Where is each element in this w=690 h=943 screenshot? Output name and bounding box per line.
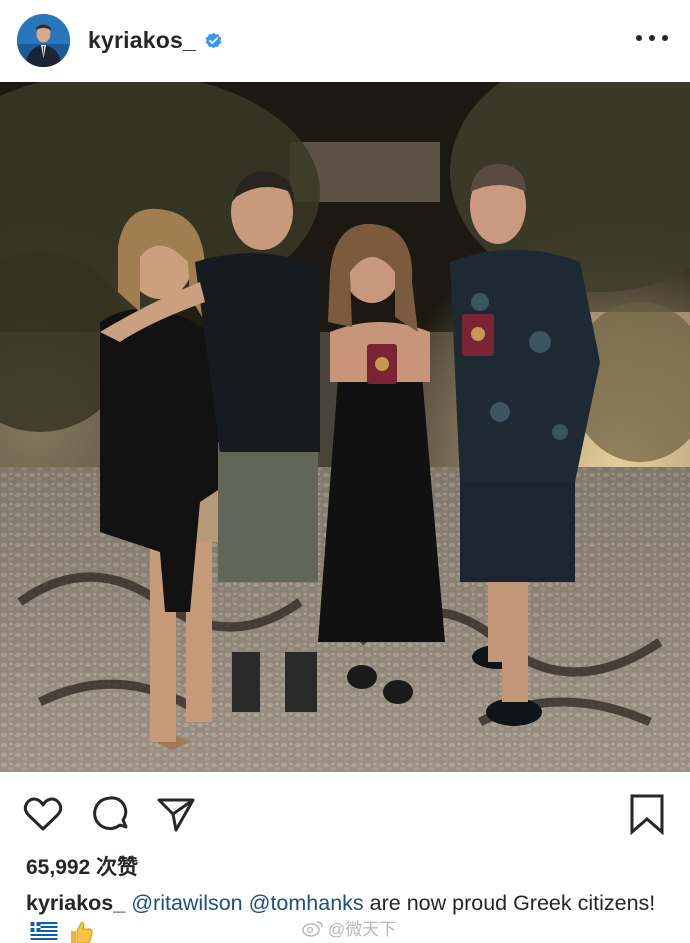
verified-badge-icon <box>204 31 223 50</box>
more-dot <box>662 35 668 41</box>
more-dot <box>649 35 655 41</box>
caption-username[interactable]: kyriakos_ <box>26 891 125 915</box>
weibo-icon <box>302 920 323 937</box>
likes-count[interactable]: 65,992 次赞 <box>26 851 138 881</box>
watermark: @微天下 <box>302 915 396 940</box>
watermark-text: @微天下 <box>328 920 397 939</box>
mention-ritawilson[interactable]: @ritawilson <box>131 891 242 915</box>
share-icon[interactable] <box>155 793 197 835</box>
mention-tomhanks[interactable]: @tomhanks <box>249 891 364 915</box>
more-dot <box>636 35 642 41</box>
thumbs-up-icon <box>68 919 94 943</box>
comment-icon[interactable] <box>90 793 132 835</box>
post-header: kyriakos_ <box>0 0 690 80</box>
heart-icon[interactable] <box>22 793 64 835</box>
username[interactable]: kyriakos_ <box>88 27 196 54</box>
more-options-icon[interactable] <box>636 26 668 50</box>
greek-flag-icon <box>30 919 58 940</box>
avatar[interactable] <box>17 13 70 67</box>
action-bar <box>0 785 690 841</box>
post-photo[interactable] <box>0 82 690 772</box>
caption-text: are now proud Greek citizens! <box>369 891 656 915</box>
bookmark-icon[interactable] <box>626 793 668 836</box>
